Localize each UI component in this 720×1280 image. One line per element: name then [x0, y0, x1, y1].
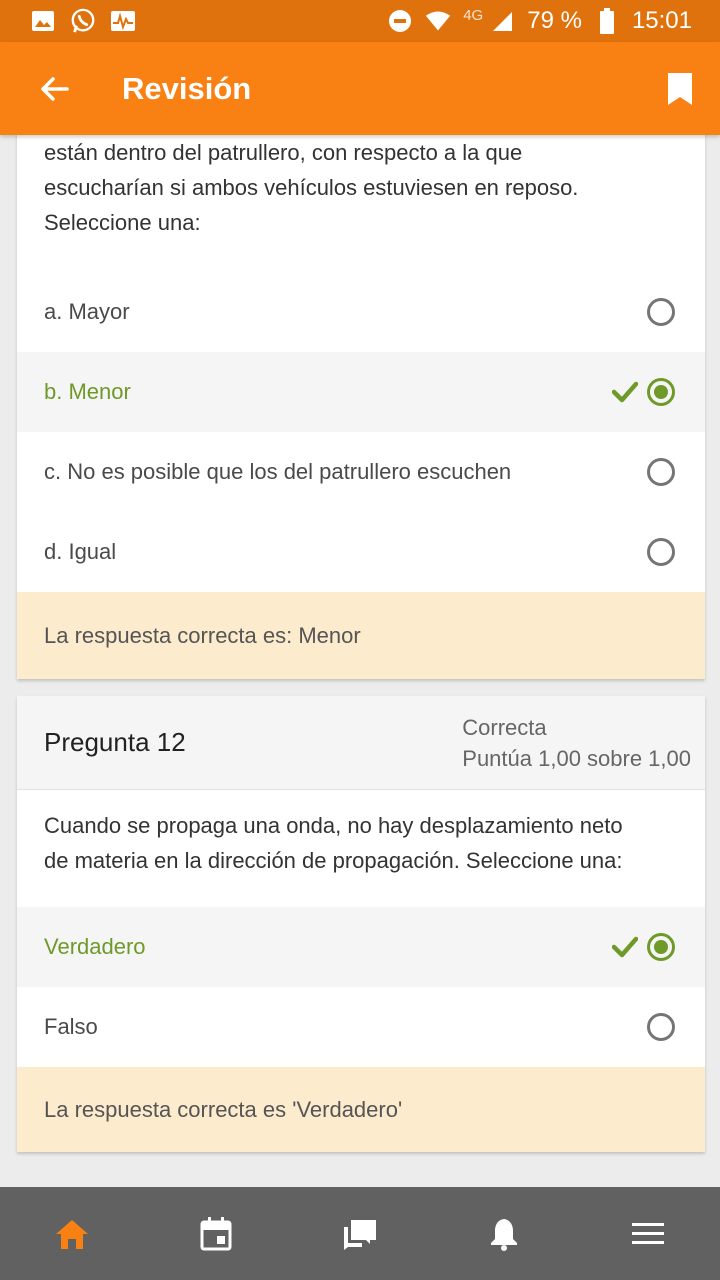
radio-icon[interactable]	[647, 298, 675, 326]
question-header: Pregunta 12 Correcta Puntúa 1,00 sobre 1…	[17, 696, 705, 790]
wifi-icon	[425, 8, 451, 34]
checkmark-icon	[611, 378, 639, 406]
question-grade: Puntúa 1,00 sobre 1,00	[462, 745, 691, 771]
bell-icon	[491, 1218, 517, 1251]
radio-selected-icon[interactable]	[647, 933, 675, 961]
correct-answer-feedback: La respuesta correcta es 'Verdadero'	[17, 1067, 705, 1152]
battery-icon	[594, 8, 620, 34]
bottom-navigation	[0, 1187, 720, 1280]
question-status: Correcta Puntúa 1,00 sobre 1,00	[462, 712, 691, 774]
bookmark-button[interactable]	[640, 42, 720, 135]
nav-calendar[interactable]	[171, 1187, 261, 1280]
bookmark-icon	[668, 72, 692, 105]
back-button[interactable]	[0, 42, 110, 135]
page-title: Revisión	[122, 70, 252, 106]
nav-notifications[interactable]	[459, 1187, 549, 1280]
radio-icon[interactable]	[647, 538, 675, 566]
question-text: Cuando se propaga una onda, no hay despl…	[44, 813, 623, 873]
app-bar: Revisión	[0, 42, 720, 135]
answer-option-true[interactable]: Verdadero	[17, 907, 705, 987]
correct-answer-feedback: La respuesta correcta es: Menor	[17, 592, 705, 679]
menu-icon	[632, 1222, 664, 1244]
question-card: están dentro del patrullero, con respect…	[17, 135, 705, 679]
question-card: Pregunta 12 Correcta Puntúa 1,00 sobre 1…	[17, 696, 705, 1152]
gallery-notification-icon	[30, 8, 56, 34]
calendar-icon	[200, 1216, 232, 1250]
radio-selected-icon[interactable]	[647, 378, 675, 406]
home-icon	[56, 1219, 88, 1249]
radio-icon[interactable]	[647, 458, 675, 486]
whatsapp-notification-icon	[70, 8, 96, 34]
radio-icon[interactable]	[647, 1013, 675, 1041]
review-content[interactable]: están dentro del patrullero, con respect…	[0, 135, 720, 1187]
checkmark-icon	[611, 933, 639, 961]
question-text: están dentro del patrullero, con respect…	[44, 140, 579, 235]
status-bar: 4G 79 % 15:01	[0, 0, 720, 42]
question-state: Correcta	[462, 714, 547, 740]
do-not-disturb-icon	[387, 8, 413, 34]
signal-icon	[489, 8, 515, 34]
nav-home[interactable]	[27, 1187, 117, 1280]
answer-option-false[interactable]: Falso	[17, 987, 705, 1067]
battery-percent: 79 %	[527, 7, 582, 34]
clock: 15:01	[631, 7, 692, 34]
nav-menu[interactable]	[603, 1187, 693, 1280]
arrow-left-icon	[41, 76, 69, 101]
question-number: Pregunta 12	[44, 727, 186, 757]
messages-icon	[344, 1219, 376, 1250]
answer-option-c[interactable]: c. No es posible que los del patrullero …	[17, 432, 705, 512]
answer-option-b[interactable]: b. Menor	[17, 352, 705, 432]
nav-messages[interactable]	[315, 1187, 405, 1280]
answer-option-d[interactable]: d. Igual	[17, 512, 705, 592]
answer-option-a[interactable]: a. Mayor	[17, 272, 705, 352]
activity-notification-icon	[110, 8, 136, 34]
network-type: 4G	[463, 6, 484, 24]
